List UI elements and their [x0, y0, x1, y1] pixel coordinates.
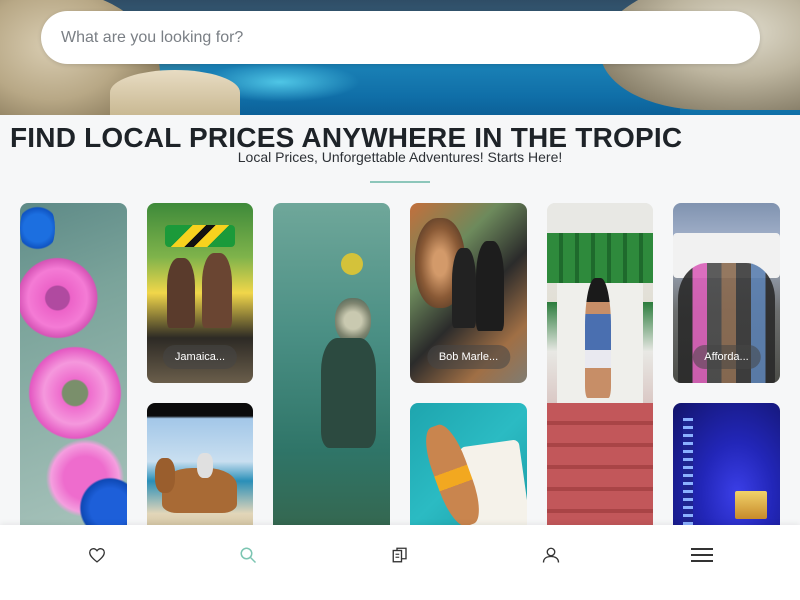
card-label: Jamaica...	[162, 345, 238, 369]
child-rider-image	[197, 453, 213, 478]
listing-card[interactable]	[547, 203, 653, 533]
nav-listings[interactable]	[388, 543, 412, 567]
heart-icon	[89, 548, 105, 563]
diver-body-image	[321, 338, 376, 448]
listing-card[interactable]	[20, 203, 127, 533]
people-photo	[202, 253, 232, 328]
user-icon	[542, 547, 560, 563]
listing-card[interactable]	[273, 203, 390, 533]
listing-card[interactable]: Bob Marle...	[410, 203, 527, 383]
stage-truss-image	[683, 418, 693, 533]
search-input[interactable]	[61, 28, 701, 47]
hero-beach	[110, 70, 240, 115]
listing-card[interactable]	[410, 403, 527, 533]
flag-decor	[165, 225, 235, 247]
roof-image	[547, 203, 653, 233]
menu-icon	[691, 548, 713, 562]
nav-menu[interactable]	[690, 543, 714, 567]
fish-image	[341, 253, 363, 275]
pink-tube-image	[20, 253, 105, 343]
listing-card[interactable]: Jamaica...	[147, 203, 253, 383]
card-label: Afforda...	[692, 345, 761, 369]
listing-card[interactable]: Afforda...	[673, 203, 780, 383]
green-curtain-image	[547, 233, 653, 283]
couple-photo	[476, 241, 504, 331]
card-label: Bob Marle...	[426, 345, 511, 369]
diver-helmet-image	[335, 298, 371, 343]
pink-tube-image	[20, 338, 127, 448]
documents-icon	[392, 547, 407, 563]
page-subtitle: Local Prices, Unforgettable Adventures! …	[237, 149, 563, 165]
search-icon	[240, 547, 257, 564]
nav-profile[interactable]	[539, 543, 563, 567]
nav-search[interactable]	[236, 543, 260, 567]
person-photo	[585, 278, 611, 398]
bottom-navigation	[0, 525, 800, 600]
nav-favorites[interactable]	[85, 543, 109, 567]
listing-card[interactable]	[147, 403, 253, 533]
stage-screen-image	[735, 491, 767, 519]
search-bar[interactable]	[41, 11, 760, 64]
blue-tube-image	[20, 203, 55, 258]
listing-card[interactable]	[673, 403, 780, 533]
people-photo	[167, 258, 195, 328]
red-steps-image	[547, 403, 653, 533]
horse-head-image	[155, 458, 175, 493]
title-divider	[370, 181, 430, 183]
couple-photo	[452, 248, 476, 328]
page: FIND LOCAL PRICES ANYWHERE IN THE TROPIC…	[0, 0, 800, 600]
